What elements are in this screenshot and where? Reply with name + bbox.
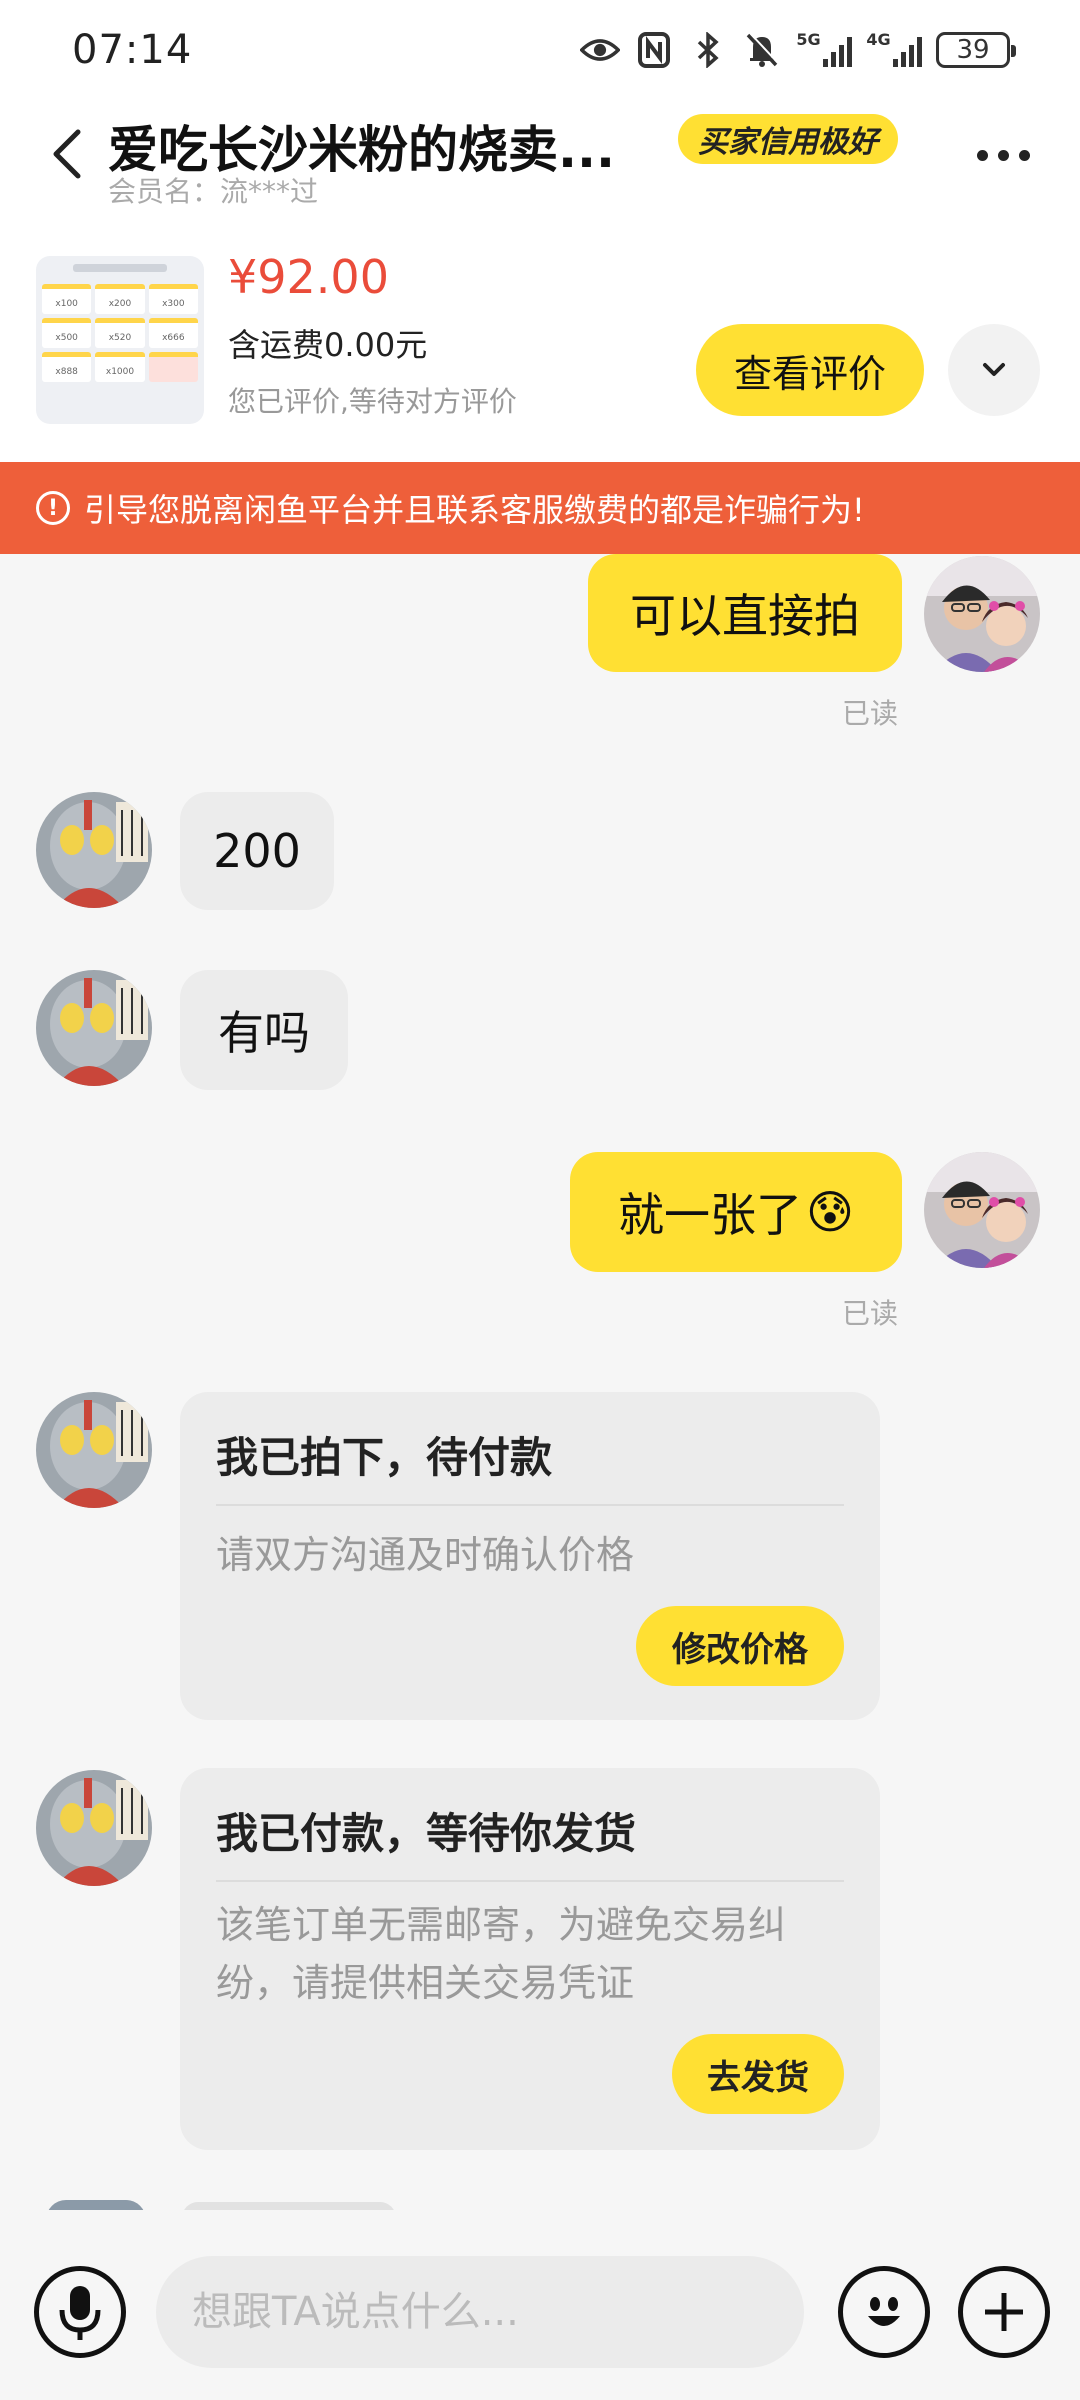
shipping-fee: 含运费0.00元 <box>228 326 428 364</box>
thumb-cell: x520 <box>95 318 145 348</box>
message-text: 200 <box>213 824 301 878</box>
battery-level: 39 <box>956 35 990 65</box>
status-time: 07:14 <box>72 27 193 73</box>
signal-5g-icon: 5G <box>796 30 852 70</box>
product-price: ¥92.00 <box>228 250 389 304</box>
message-bubble-peer[interactable]: 有吗 <box>180 970 348 1090</box>
exclamation-icon: ! <box>36 491 70 525</box>
message-bubble-self[interactable]: 可以直接拍 <box>588 554 902 672</box>
thumb-cell: x500 <box>42 318 92 348</box>
card-divider <box>216 1504 844 1506</box>
fraud-warning-banner: ! 引导您脱离闲鱼平台并且联系客服缴费的都是诈骗行为! <box>0 462 1080 554</box>
microphone-icon <box>59 2286 101 2340</box>
card-body: 该笔订单无需邮寄，为避免交易纠纷，请提供相关交易凭证 <box>216 1903 787 2005</box>
thumb-cell: x100 <box>42 284 92 314</box>
more-options-button[interactable] <box>968 140 1038 170</box>
modify-price-button[interactable]: 修改价格 <box>636 1606 844 1686</box>
net-label-4g: 4G <box>866 30 891 49</box>
ship-button[interactable]: 去发货 <box>672 2034 844 2114</box>
self-avatar[interactable] <box>924 556 1040 672</box>
plus-icon <box>985 2293 1023 2331</box>
thumb-cell: x300 <box>148 284 198 314</box>
status-icons: 5G 4G 39 <box>580 30 1016 70</box>
thumb-cell: x200 <box>95 284 145 314</box>
order-card-paid: 我已付款，等待你发货 该笔订单无需邮寄，为避免交易纠纷，请提供相关交易凭证 去发… <box>180 1768 880 2150</box>
emoji-button[interactable] <box>838 2266 930 2358</box>
product-thumbnail[interactable]: x100 x200 x300 x500 x520 x666 x888 x1000 <box>36 256 204 424</box>
message-bubble-self[interactable]: 就一张了 😰 <box>570 1152 902 1272</box>
dot-icon <box>997 149 1009 161</box>
expand-button[interactable] <box>948 324 1040 416</box>
card-body: 请双方沟通及时确认价格 <box>216 1533 635 1577</box>
order-card-placed: 我已拍下，待付款 请双方沟通及时确认价格 修改价格 <box>180 1392 880 1720</box>
dot-icon <box>976 149 988 161</box>
peer-avatar[interactable] <box>36 970 152 1086</box>
nfc-icon <box>634 30 674 70</box>
read-status: 已读 <box>842 697 899 730</box>
message-text: 可以直接拍 <box>630 589 860 643</box>
net-label-5g: 5G <box>796 30 821 49</box>
smiley-icon <box>868 2297 900 2326</box>
bluetooth-icon <box>688 30 728 70</box>
review-status: 您已评价,等待对方评价 <box>228 385 517 418</box>
self-avatar[interactable] <box>924 1152 1040 1268</box>
signal-4g-icon: 4G <box>866 30 922 70</box>
eye-icon <box>580 30 620 70</box>
thumb-cell <box>148 352 198 382</box>
message-text: 就一张了 <box>618 1188 803 1242</box>
card-title: 我已拍下，待付款 <box>216 1433 553 1482</box>
status-bar: 07:14 5G 4G 39 <box>0 0 1080 100</box>
card-divider <box>216 1880 844 1882</box>
message-text: 有吗 <box>218 1006 310 1060</box>
voice-button[interactable] <box>34 2266 126 2358</box>
chevron-down-icon <box>983 363 1005 376</box>
member-name: 会员名：流***过 <box>108 175 319 208</box>
product-card: x100 x200 x300 x500 x520 x666 x888 x1000… <box>0 220 1080 462</box>
dot-icon <box>1018 149 1030 161</box>
view-review-button[interactable]: 查看评价 <box>696 324 924 416</box>
chat-header: 爱吃长沙米粉的烧卖... 会员名：流***过 买家信用极好 <box>0 100 1080 220</box>
warning-text: 引导您脱离闲鱼平台并且联系客服缴费的都是诈骗行为! <box>84 491 865 529</box>
back-button[interactable] <box>40 124 100 184</box>
more-actions-button[interactable] <box>958 2266 1050 2358</box>
peer-avatar[interactable] <box>36 1392 152 1508</box>
thumb-cell: x1000 <box>95 352 145 382</box>
bell-muted-icon <box>742 30 782 70</box>
card-title: 我已付款，等待你发货 <box>216 1809 637 1858</box>
read-status: 已读 <box>842 1297 899 1330</box>
battery-icon: 39 <box>936 32 1016 68</box>
peer-avatar[interactable] <box>36 1770 152 1886</box>
anxious-face-emoji-icon: 😰 <box>806 1185 854 1239</box>
thumb-cell: x666 <box>148 318 198 348</box>
message-input[interactable] <box>156 2256 804 2368</box>
message-bubble-peer[interactable]: 200 <box>180 792 334 910</box>
thumb-cell: x888 <box>42 352 92 382</box>
credit-badge[interactable]: 买家信用极好 <box>678 114 898 164</box>
peer-avatar[interactable] <box>36 792 152 908</box>
